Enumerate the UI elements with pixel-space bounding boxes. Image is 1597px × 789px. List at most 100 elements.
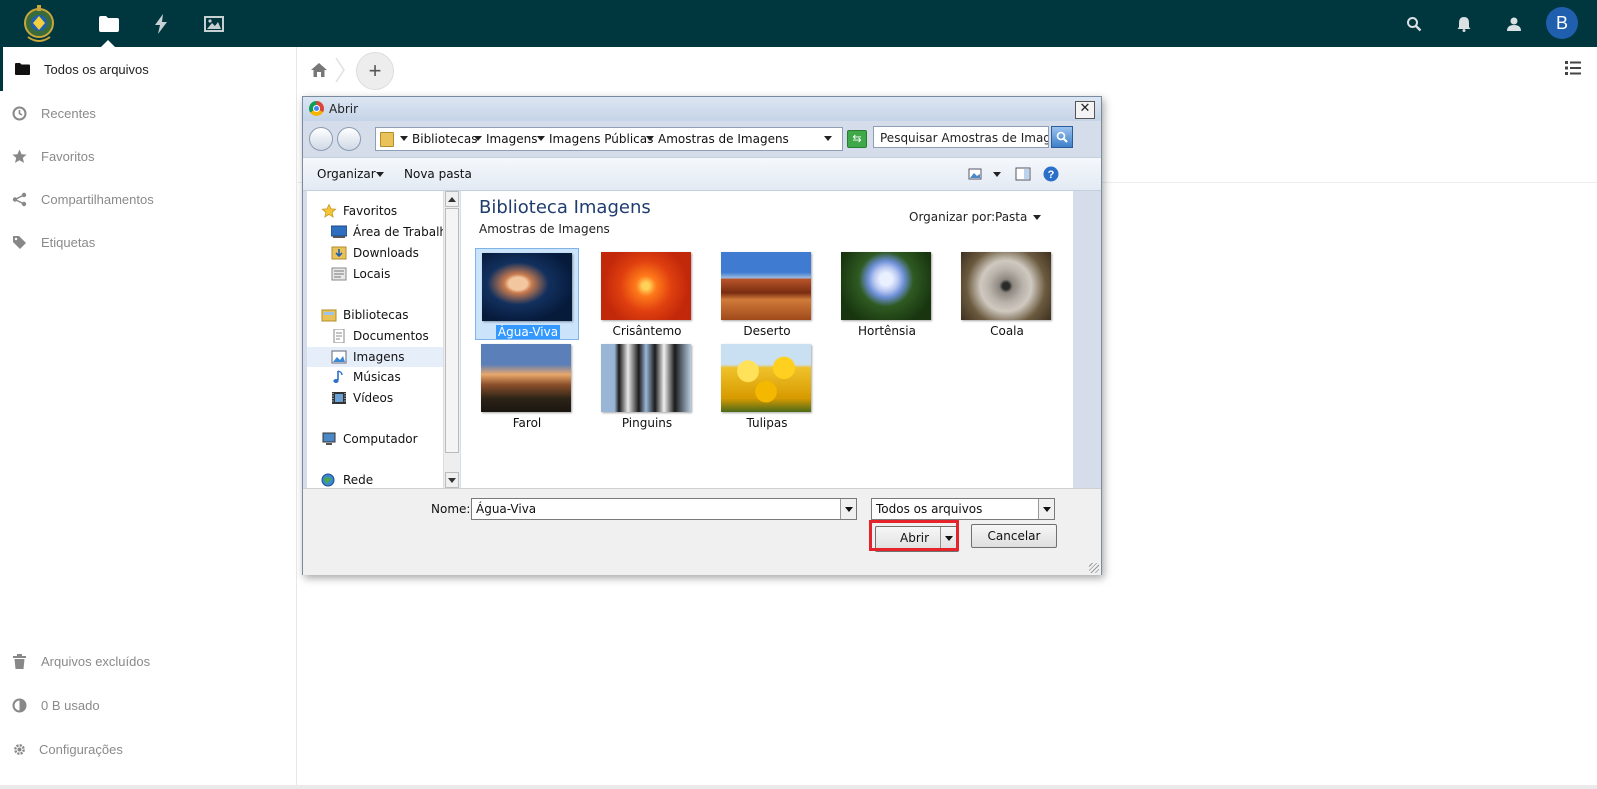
- nav-libraries-header[interactable]: Bibliotecas: [321, 305, 408, 325]
- nav-videos[interactable]: Vídeos: [331, 388, 393, 408]
- file-type-select[interactable]: Todos os arquivos: [871, 498, 1055, 520]
- open-button[interactable]: Abrir: [875, 526, 959, 552]
- breadcrumb-arrow-icon[interactable]: [474, 136, 482, 141]
- address-history-dropdown-icon[interactable]: [824, 136, 832, 141]
- scroll-up-arrow-icon[interactable]: [445, 191, 459, 207]
- sidebar-item-trash[interactable]: Arquivos excluídos: [0, 639, 295, 683]
- file-thumbnail[interactable]: Deserto: [715, 248, 819, 340]
- notifications-bell-icon[interactable]: [1452, 12, 1476, 36]
- nav-label: Documentos: [353, 329, 429, 343]
- file-thumbnail[interactable]: Coala: [955, 248, 1059, 340]
- nav-documents[interactable]: Documentos: [331, 326, 429, 346]
- nav-favorites-header[interactable]: Favoritos: [321, 201, 397, 221]
- nav-label: Rede: [343, 473, 374, 487]
- dialog-toolbar: Organizar Nova pasta ?: [303, 157, 1101, 191]
- resize-grip-icon[interactable]: [1089, 563, 1099, 573]
- new-file-button[interactable]: +: [356, 52, 394, 90]
- breadcrumb-images[interactable]: Imagens: [486, 132, 537, 146]
- sidebar-quota[interactable]: 0 B usado: [0, 683, 295, 727]
- file-name-dropdown-icon[interactable]: [840, 499, 856, 519]
- nav-label: Downloads: [353, 246, 419, 260]
- brand-logo-icon[interactable]: [22, 3, 56, 45]
- videos-icon: [331, 391, 347, 405]
- nav-downloads[interactable]: Downloads: [331, 243, 419, 263]
- nav-places[interactable]: Locais: [331, 264, 390, 284]
- files-app-icon[interactable]: [95, 10, 123, 38]
- nav-network[interactable]: Rede: [321, 470, 373, 490]
- gallery-image-icon[interactable]: [200, 10, 228, 38]
- chrysanthemum-image: [601, 252, 691, 320]
- library-subtitle: Amostras de Imagens: [479, 222, 610, 236]
- file-thumbnail[interactable]: Farol: [475, 340, 579, 432]
- view-list-icon[interactable]: [1565, 61, 1583, 79]
- file-name-input[interactable]: Água-Viva: [471, 498, 857, 520]
- file-thumbnail[interactable]: Tulipas: [715, 340, 819, 432]
- search-icon[interactable]: [1051, 126, 1073, 148]
- breadcrumb-libraries[interactable]: Bibliotecas: [412, 132, 477, 146]
- file-type-dropdown-icon[interactable]: [1038, 499, 1054, 519]
- breadcrumb-public-images[interactable]: Imagens Públicas: [549, 132, 653, 146]
- view-options-dropdown-icon[interactable]: [993, 172, 1001, 177]
- nav-label: Músicas: [353, 370, 401, 384]
- refresh-icon[interactable]: ⇆: [847, 130, 867, 148]
- home-icon[interactable]: [310, 61, 328, 79]
- scroll-down-arrow-icon[interactable]: [445, 472, 459, 488]
- file-name: Coala: [990, 324, 1024, 338]
- jellyfish-image: [482, 253, 572, 321]
- scrollbar-thumb[interactable]: [445, 208, 459, 453]
- folder-icon: [14, 61, 30, 77]
- arrange-by-dropdown-icon[interactable]: [1033, 215, 1041, 220]
- sidebar-item-shares[interactable]: Compartilhamentos: [0, 177, 295, 221]
- change-view-icon[interactable]: [967, 166, 983, 182]
- help-icon[interactable]: ?: [1043, 166, 1059, 182]
- navigation-scrollbar[interactable]: [443, 191, 460, 488]
- preview-pane-icon[interactable]: [1015, 166, 1031, 182]
- sidebar-item-label: Configurações: [39, 741, 123, 757]
- file-thumbnail[interactable]: Hortênsia: [835, 248, 939, 340]
- activity-bolt-icon[interactable]: [147, 10, 175, 38]
- sidebar-item-all-files[interactable]: Todos os arquivos: [0, 47, 298, 91]
- nav-computer[interactable]: Computador: [321, 429, 418, 449]
- dialog-footer: Nome: Água-Viva Todos os arquivos Abrir …: [303, 488, 1101, 575]
- open-options-dropdown-icon[interactable]: [945, 536, 953, 541]
- address-bar[interactable]: Bibliotecas Imagens Imagens Públicas Amo…: [375, 127, 843, 151]
- nav-desktop[interactable]: Área de Trabalho: [330, 222, 454, 242]
- back-arrow-icon[interactable]: [309, 127, 333, 151]
- sidebar-item-label: Favoritos: [41, 148, 95, 164]
- file-thumbnail[interactable]: Água-Viva: [475, 248, 579, 340]
- active-app-indicator: [101, 40, 115, 47]
- folder-search-input[interactable]: Pesquisar Amostras de Imag...: [873, 126, 1049, 148]
- file-name: Pinguins: [621, 416, 673, 430]
- nav-label: Locais: [353, 267, 391, 281]
- cancel-button[interactable]: Cancelar: [971, 524, 1057, 548]
- arrange-by-value[interactable]: Pasta: [995, 210, 1027, 224]
- file-thumbnail[interactable]: Crisântemo: [595, 248, 699, 340]
- breadcrumb-sample-images[interactable]: Amostras de Imagens: [658, 132, 789, 146]
- user-avatar[interactable]: B: [1546, 7, 1578, 39]
- folder-icon: [380, 132, 394, 147]
- file-name: Farol: [512, 416, 542, 430]
- forward-arrow-icon[interactable]: [337, 127, 361, 151]
- dialog-close-button[interactable]: ✕: [1075, 101, 1095, 119]
- nav-music[interactable]: Músicas: [331, 367, 401, 387]
- sidebar-item-favorites[interactable]: Favoritos: [0, 134, 295, 178]
- breadcrumb-arrow-icon[interactable]: [646, 136, 654, 141]
- sidebar-item-recent[interactable]: Recentes: [0, 91, 295, 135]
- sidebar-item-label: Arquivos excluídos: [41, 653, 151, 669]
- breadcrumb-arrow-icon[interactable]: [537, 136, 545, 141]
- file-thumbnail[interactable]: Pinguins: [595, 340, 699, 432]
- nav-label: Vídeos: [353, 391, 394, 405]
- nav-label: Computador: [343, 432, 418, 446]
- nav-images[interactable]: Imagens: [307, 347, 443, 367]
- breadcrumb-arrow-icon[interactable]: [400, 136, 408, 141]
- search-icon[interactable]: [1402, 12, 1426, 36]
- sidebar-item-tags[interactable]: Etiquetas: [0, 220, 295, 264]
- dialog-titlebar[interactable]: Abrir ✕: [303, 97, 1101, 121]
- new-folder-button[interactable]: Nova pasta: [404, 167, 472, 181]
- bottom-scrollbar: [0, 785, 1597, 789]
- organize-dropdown-icon[interactable]: [376, 172, 384, 177]
- sidebar-item-settings[interactable]: Configurações: [0, 727, 295, 771]
- organize-button[interactable]: Organizar: [317, 167, 376, 181]
- tulips-image: [721, 344, 811, 412]
- contacts-icon[interactable]: [1502, 12, 1526, 36]
